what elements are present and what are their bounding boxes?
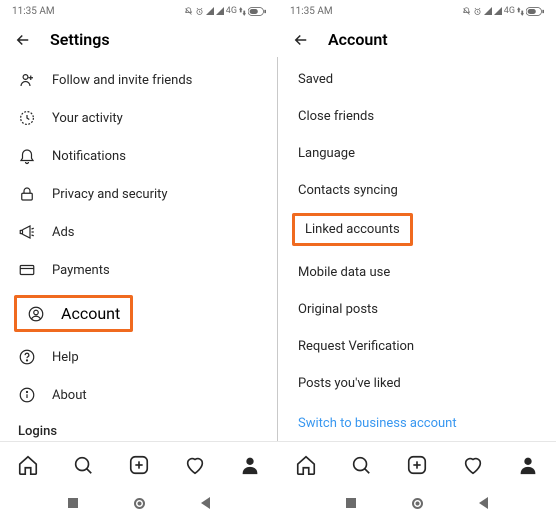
bottom-nav: [278, 441, 556, 487]
row-label: Notifications: [52, 149, 126, 164]
battery-icon: [248, 7, 266, 16]
status-bar: 11:35 AM 4G: [278, 0, 556, 22]
bottom-nav: [0, 441, 278, 487]
phone-settings: 11:35 AM 4G Settings Follow and invite f…: [0, 0, 278, 519]
account-row-highlighted: Account: [0, 289, 278, 338]
megaphone-icon: [18, 223, 36, 241]
row-label: About: [52, 388, 87, 403]
highlight-box: Account: [14, 295, 133, 332]
search-icon[interactable]: [72, 454, 94, 476]
logins-heading: Logins: [0, 414, 278, 441]
mute-icon: [184, 7, 193, 16]
your-activity-row[interactable]: Your activity: [0, 99, 278, 137]
page-title: Settings: [50, 30, 110, 49]
heart-icon[interactable]: [184, 454, 206, 476]
linked-accounts-row[interactable]: Linked accounts: [305, 222, 400, 237]
home-icon[interactable]: [295, 454, 317, 476]
add-post-icon[interactable]: [406, 454, 428, 476]
signal-icon-2: [216, 7, 224, 15]
ads-row[interactable]: Ads: [0, 213, 278, 251]
linked-accounts-highlighted: Linked accounts: [278, 209, 556, 254]
android-navbar: [278, 487, 556, 519]
about-row[interactable]: About: [0, 376, 278, 414]
row-label: Your activity: [52, 111, 123, 126]
help-icon: [18, 348, 36, 366]
saved-row[interactable]: Saved: [278, 61, 556, 98]
row-label: Help: [52, 350, 79, 365]
help-row[interactable]: Help: [0, 338, 278, 376]
highlight-box: Linked accounts: [292, 213, 413, 246]
recents-button[interactable]: [346, 498, 356, 508]
header: Account: [278, 22, 556, 57]
notifications-row[interactable]: Notifications: [0, 137, 278, 175]
android-navbar: [0, 487, 278, 519]
row-label: Follow and invite friends: [52, 73, 192, 88]
mobile-data-row[interactable]: Mobile data use: [278, 254, 556, 291]
card-icon: [18, 261, 36, 279]
lock-icon: [18, 185, 36, 203]
account-list: Saved Close friends Language Contacts sy…: [278, 57, 556, 441]
switch-business-link[interactable]: Switch to business account: [278, 402, 556, 441]
signal-icon: [206, 7, 214, 15]
row-label: Privacy and security: [52, 187, 168, 202]
home-button[interactable]: [412, 498, 423, 509]
request-verification-row[interactable]: Request Verification: [278, 328, 556, 365]
contacts-syncing-row[interactable]: Contacts syncing: [278, 172, 556, 209]
posts-liked-row[interactable]: Posts you've liked: [278, 365, 556, 402]
info-icon: [18, 386, 36, 404]
home-button[interactable]: [134, 498, 145, 509]
profile-icon[interactable]: [239, 454, 261, 476]
back-button[interactable]: [201, 497, 210, 509]
row-label: Account: [61, 304, 120, 323]
alarm-icon: [195, 7, 204, 16]
bell-icon: [18, 147, 36, 165]
signal-icon: [484, 7, 492, 15]
back-arrow-icon[interactable]: [14, 31, 32, 49]
settings-list: Follow and invite friends Your activity …: [0, 57, 278, 441]
mute-icon: [462, 7, 471, 16]
search-icon[interactable]: [350, 454, 372, 476]
header: Settings: [0, 22, 278, 57]
follow-invite-row[interactable]: Follow and invite friends: [0, 61, 278, 99]
phone-account: 11:35 AM 4G Account Saved Close friends …: [278, 0, 556, 519]
status-right: 4G: [462, 6, 544, 16]
original-posts-row[interactable]: Original posts: [278, 291, 556, 328]
row-label: Payments: [52, 263, 110, 278]
profile-icon[interactable]: [517, 454, 539, 476]
status-time: 11:35 AM: [12, 6, 55, 17]
row-label: Ads: [52, 225, 75, 240]
home-icon[interactable]: [17, 454, 39, 476]
status-bar: 11:35 AM 4G: [0, 0, 278, 22]
add-post-icon[interactable]: [128, 454, 150, 476]
signal-icon-2: [494, 7, 502, 15]
back-button[interactable]: [479, 497, 488, 509]
network-label: 4G: [226, 6, 237, 16]
page-title: Account: [328, 30, 388, 49]
alarm-icon: [473, 7, 482, 16]
person-plus-icon: [18, 71, 36, 89]
account-row[interactable]: Account: [27, 304, 120, 323]
close-friends-row[interactable]: Close friends: [278, 98, 556, 135]
status-time: 11:35 AM: [290, 6, 333, 17]
data-arrows-icon: [517, 7, 524, 16]
language-row[interactable]: Language: [278, 135, 556, 172]
back-arrow-icon[interactable]: [292, 31, 310, 49]
status-right: 4G: [184, 6, 266, 16]
battery-icon: [526, 7, 544, 16]
data-arrows-icon: [239, 7, 246, 16]
heart-icon[interactable]: [462, 454, 484, 476]
payments-row[interactable]: Payments: [0, 251, 278, 289]
account-icon: [27, 305, 45, 323]
activity-icon: [18, 109, 36, 127]
network-label: 4G: [504, 6, 515, 16]
privacy-security-row[interactable]: Privacy and security: [0, 175, 278, 213]
recents-button[interactable]: [68, 498, 78, 508]
